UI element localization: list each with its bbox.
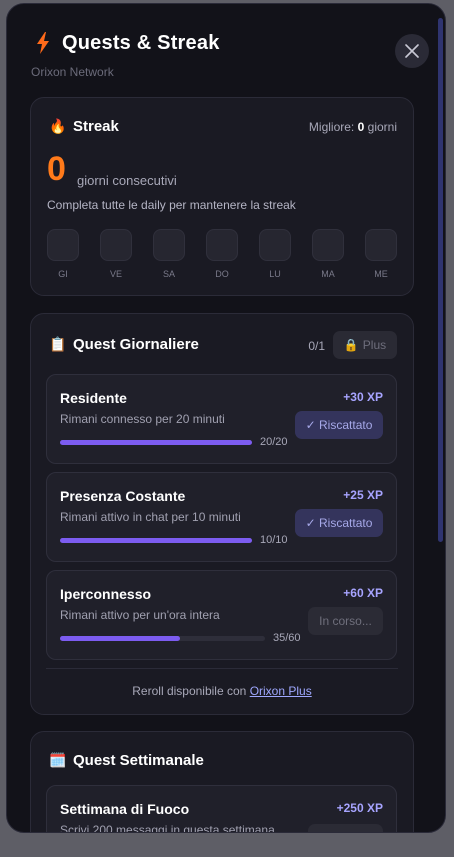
in-progress-button[interactable]: In corso... xyxy=(308,607,383,635)
day-label: GI xyxy=(58,269,68,279)
quest-xp: +60 XP xyxy=(343,586,383,600)
quest-description: Rimani connesso per 20 minuti xyxy=(60,412,225,426)
orixon-plus-link[interactable]: Orixon Plus xyxy=(250,684,312,698)
modal-header: Quests & Streak Orixon Network xyxy=(31,26,429,86)
streak-unit: giorni consecutivi xyxy=(77,173,177,188)
divider xyxy=(46,668,398,669)
quest-progress-bar xyxy=(60,538,252,543)
quest-description: Rimani attivo in chat per 10 minuti xyxy=(60,510,241,524)
day-box xyxy=(100,229,132,261)
quest-progress-fill xyxy=(60,538,252,543)
quest-item: Residente Rimani connesso per 20 minuti … xyxy=(46,374,397,464)
day-label: MA xyxy=(321,269,335,279)
day-label: ME xyxy=(374,269,388,279)
day-cell: SA xyxy=(153,229,185,279)
fire-icon: 🔥 xyxy=(49,118,67,134)
quest-progress-text: 10/10 xyxy=(260,534,288,546)
quest-progress-fill xyxy=(60,440,252,445)
quest-xp: +25 XP xyxy=(343,488,383,502)
weekly-quests-title: 🗓️ Quest Settimanale xyxy=(49,752,204,769)
best-streak: Migliore: 0 giorni xyxy=(308,120,397,134)
day-cell: DO xyxy=(206,229,238,279)
lock-icon: 🔒 xyxy=(343,338,359,352)
day-cell: LU xyxy=(259,229,291,279)
modal-title: Quests & Streak xyxy=(62,32,220,54)
streak-title: 🔥 Streak xyxy=(49,118,119,135)
streak-card: 🔥 Streak Migliore: 0 giorni 0 giorni con… xyxy=(30,97,414,296)
quest-name: Iperconnesso xyxy=(60,586,152,602)
quest-progress-text: 20/20 xyxy=(260,436,288,448)
daily-quests-card: 📋 Quest Giornaliere 0/1 🔒 Plus Residente… xyxy=(30,313,414,715)
day-box xyxy=(153,229,185,261)
streak-hint: Completa tutte le daily per mantenere la… xyxy=(47,198,296,212)
plus-button[interactable]: 🔒 Plus xyxy=(333,331,397,359)
lightning-icon xyxy=(37,32,49,54)
claimed-button[interactable]: ✓ Riscattato xyxy=(295,509,383,537)
day-box xyxy=(365,229,397,261)
weekly-status-button[interactable] xyxy=(308,824,383,832)
quests-modal: Quests & Streak Orixon Network 🔥 Streak … xyxy=(6,3,446,833)
day-cell: VE xyxy=(100,229,132,279)
calendar-icon: 🗓️ xyxy=(49,752,67,768)
quest-progress-text: 35/60 xyxy=(273,632,301,644)
day-cell: ME xyxy=(365,229,397,279)
streak-count: 0 xyxy=(47,150,66,188)
close-button[interactable] xyxy=(395,34,429,68)
day-label: LU xyxy=(269,269,281,279)
quest-progress-bar xyxy=(60,636,265,641)
weekly-quests-card: 🗓️ Quest Settimanale Settimana di Fuoco … xyxy=(30,731,414,833)
daily-quest-count: 0/1 xyxy=(308,339,325,353)
quest-description: Rimani attivo per un'ora intera xyxy=(60,608,220,622)
quest-progress-bar xyxy=(60,440,252,445)
reroll-notice: Reroll disponibile con Orixon Plus xyxy=(132,684,312,698)
day-box xyxy=(312,229,344,261)
quest-name: Settimana di Fuoco xyxy=(60,801,190,817)
day-label: VE xyxy=(109,269,122,279)
claimed-button[interactable]: ✓ Riscattato xyxy=(295,411,383,439)
day-box xyxy=(47,229,79,261)
quest-xp: +30 XP xyxy=(343,390,383,404)
day-cell: MA xyxy=(312,229,344,279)
day-label: SA xyxy=(162,269,175,279)
quest-item: Presenza Costante Rimani attivo in chat … xyxy=(46,472,397,562)
quest-item: Settimana di Fuoco Scrivi 200 messaggi i… xyxy=(46,785,397,833)
clipboard-icon: 📋 xyxy=(49,336,67,352)
quest-xp: +250 XP xyxy=(336,801,383,815)
day-cell: GI xyxy=(47,229,79,279)
day-box xyxy=(259,229,291,261)
modal-subtitle: Orixon Network xyxy=(31,65,114,79)
quest-item: Iperconnesso Rimani attivo per un'ora in… xyxy=(46,570,397,660)
scrollbar[interactable] xyxy=(438,18,443,542)
quest-description: Scrivi 200 messaggi in questa settimana xyxy=(60,823,275,833)
quest-progress-fill xyxy=(60,636,180,641)
quest-name: Presenza Costante xyxy=(60,488,186,504)
close-icon xyxy=(405,44,419,58)
day-label: DO xyxy=(215,269,229,279)
day-box xyxy=(206,229,238,261)
streak-days: GI VE SA DO LU MA ME xyxy=(47,229,397,279)
daily-quests-title: 📋 Quest Giornaliere xyxy=(49,336,199,353)
quest-name: Residente xyxy=(60,390,127,406)
